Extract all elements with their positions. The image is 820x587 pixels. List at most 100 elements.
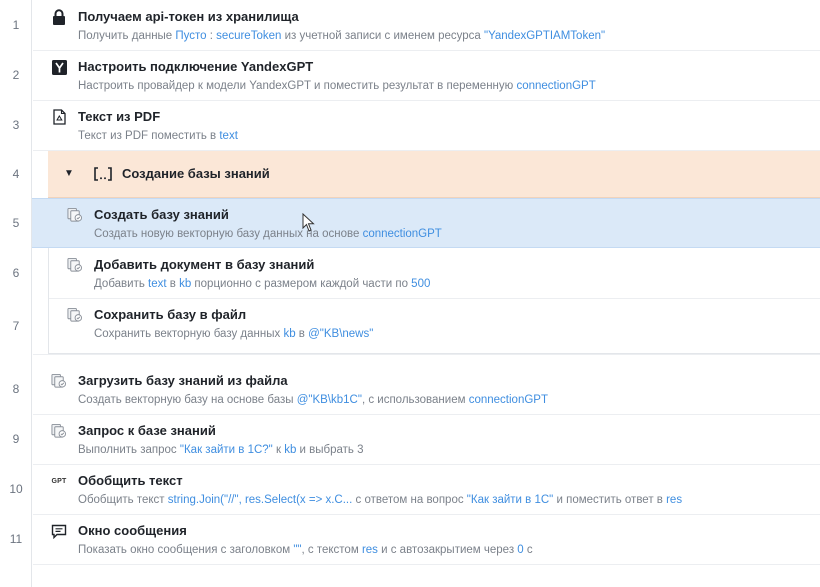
knowledge-base-icon bbox=[51, 373, 67, 389]
line-number: 1 bbox=[12, 18, 20, 32]
line-number: 11 bbox=[9, 532, 23, 546]
description-text: в bbox=[166, 278, 180, 290]
step-title: Получаем api-токен из хранилища bbox=[78, 9, 299, 24]
description-text: в bbox=[295, 328, 309, 340]
variable-token[interactable]: kb bbox=[283, 328, 295, 340]
description-text: Получить данные bbox=[78, 30, 176, 42]
description-text: с ответом на вопрос bbox=[352, 494, 467, 506]
variable-token[interactable]: 500 bbox=[411, 278, 430, 290]
variable-token[interactable]: res bbox=[362, 544, 378, 556]
workflow-step-row[interactable]: 9 Запрос к базе знаний Выполнить запрос "К… bbox=[0, 414, 820, 464]
workflow-step-row[interactable]: 5 Создать базу знаний Создать новую вектор… bbox=[0, 198, 820, 248]
variable-token[interactable]: kb bbox=[284, 444, 296, 456]
description-text: , с использованием bbox=[361, 394, 469, 406]
description-text: и с автозакрытием через bbox=[377, 544, 518, 556]
row-divider bbox=[33, 564, 820, 565]
description-text: Обобщить текст bbox=[78, 494, 168, 506]
workflow-step-row[interactable]: 1 Получаем api-токен из хранилища Получить… bbox=[0, 0, 820, 50]
description-text: Текст из PDF поместить в bbox=[78, 130, 220, 142]
line-number: 5 bbox=[12, 216, 20, 230]
step-title: Добавить документ в базу знаний bbox=[94, 257, 315, 272]
step-title: Обобщить текст bbox=[78, 473, 183, 488]
description-text: из учетной записи с именем ресурса bbox=[281, 30, 484, 42]
variable-token[interactable]: res bbox=[666, 494, 682, 506]
knowledge-base-icon bbox=[67, 257, 83, 273]
description-text: порционно с размером каждой части по bbox=[191, 278, 412, 290]
description-text: Показать окно сообщения с заголовком bbox=[78, 544, 294, 556]
step-description: Получить данные Пусто : secureToken из у… bbox=[78, 29, 605, 43]
line-number: 2 bbox=[12, 68, 20, 82]
workflow-step-row[interactable]: 4 ▼ Создание базы знаний bbox=[0, 150, 820, 198]
group-title: Создание базы знаний bbox=[122, 166, 270, 181]
variable-token[interactable]: connectionGPT bbox=[469, 394, 548, 406]
knowledge-base-icon bbox=[67, 307, 83, 323]
line-number: 6 bbox=[12, 266, 20, 280]
step-title: Запрос к базе знаний bbox=[78, 423, 216, 438]
line-number: 7 bbox=[12, 319, 20, 333]
description-text: Добавить bbox=[94, 278, 149, 290]
variable-token[interactable]: @"KB\kb1C" bbox=[297, 394, 362, 406]
variable-token[interactable]: Пусто bbox=[175, 30, 206, 42]
step-description: Добавить text в kb порционно с размером … bbox=[94, 277, 430, 291]
variable-token[interactable]: "Как зайти в 1С" bbox=[467, 494, 553, 506]
workflow-step-row[interactable]: 10 GPT Обобщить текст Обобщить текст string… bbox=[0, 464, 820, 514]
step-description: Обобщить текст string.Join("//", res.Sel… bbox=[78, 493, 682, 507]
workflow-step-row[interactable]: 3 Текст из PDF Текст из PDF поместить в te… bbox=[0, 100, 820, 150]
variable-token[interactable]: res.Select(x => x.C... bbox=[245, 494, 352, 506]
variable-token[interactable]: @"KB\news" bbox=[308, 328, 373, 340]
description-text: к bbox=[272, 444, 285, 456]
step-description: Создать векторную базу на основе базы @"… bbox=[78, 393, 548, 407]
line-number: 8 bbox=[12, 382, 20, 396]
description-text: Настроить провайдер к модели YandexGPT и… bbox=[78, 80, 517, 92]
workflow-step-row[interactable]: 8 Загрузить базу знаний из файла Создать в… bbox=[0, 364, 820, 414]
knowledge-base-icon bbox=[51, 423, 67, 439]
description-text: и поместить ответ в bbox=[553, 494, 667, 506]
collapse-toggle-icon[interactable]: ▼ bbox=[64, 166, 74, 182]
yandex-icon bbox=[51, 59, 67, 75]
description-text: Сохранить векторную базу данных bbox=[94, 328, 284, 340]
pdf-file-icon bbox=[51, 109, 67, 125]
step-description: Сохранить векторную базу данных kb в @"K… bbox=[94, 327, 373, 341]
variable-token[interactable]: "YandexGPTIAMToken" bbox=[484, 30, 605, 42]
step-description: Настроить провайдер к модели YandexGPT и… bbox=[78, 79, 596, 93]
step-title: Настроить подключение YandexGPT bbox=[78, 59, 314, 74]
row-divider bbox=[33, 354, 820, 355]
step-description: Показать окно сообщения с заголовком "",… bbox=[78, 543, 533, 557]
variable-token[interactable]: "" bbox=[293, 544, 301, 556]
workflow-step-row[interactable]: 7 Сохранить базу в файл Сохранить векторну… bbox=[0, 298, 820, 354]
workflow-step-row[interactable]: 6 Добавить документ в базу знаний Добавить… bbox=[0, 248, 820, 298]
step-description: Создать новую векторную базу данных на о… bbox=[94, 227, 442, 241]
gpt-icon: GPT bbox=[51, 477, 67, 485]
step-title: Создать базу знаний bbox=[94, 207, 229, 222]
step-title: Окно сообщения bbox=[78, 523, 187, 538]
step-title: Загрузить базу знаний из файла bbox=[78, 373, 288, 388]
workflow-step-row[interactable]: 11 Окно сообщения Показать окно сообщения … bbox=[0, 514, 820, 564]
variable-token[interactable]: secureToken bbox=[216, 30, 281, 42]
step-title: Текст из PDF bbox=[78, 109, 161, 124]
variable-token[interactable]: connectionGPT bbox=[516, 80, 595, 92]
workflow-step-row[interactable]: 2 Настроить подключение YandexGPT Настроит… bbox=[0, 50, 820, 100]
description-text: Создать новую векторную базу данных на о… bbox=[94, 228, 363, 240]
knowledge-base-icon bbox=[67, 207, 83, 223]
variable-token[interactable]: text bbox=[219, 130, 238, 142]
description-text: Создать векторную базу на основе базы bbox=[78, 394, 297, 406]
line-number: 3 bbox=[12, 118, 20, 132]
description-text: Выполнить запрос bbox=[78, 444, 180, 456]
line-number: 4 bbox=[12, 167, 20, 181]
brackets-icon bbox=[93, 166, 113, 182]
variable-token[interactable]: string.Join("//", bbox=[168, 494, 245, 506]
step-title: Сохранить базу в файл bbox=[94, 307, 247, 322]
message-box-icon bbox=[51, 523, 67, 539]
line-number: 10 bbox=[9, 482, 23, 496]
description-text: и выбрать 3 bbox=[296, 444, 364, 456]
step-description: Выполнить запрос "Как зайти в 1С?" к kb … bbox=[78, 443, 364, 457]
variable-token[interactable]: text bbox=[148, 278, 167, 290]
variable-token[interactable]: connectionGPT bbox=[363, 228, 442, 240]
variable-token[interactable]: "Как зайти в 1С?" bbox=[180, 444, 273, 456]
variable-token[interactable]: kb bbox=[179, 278, 191, 290]
description-text: , с текстом bbox=[301, 544, 362, 556]
line-number: 9 bbox=[12, 432, 20, 446]
step-description: Текст из PDF поместить в text bbox=[78, 129, 238, 143]
lock-icon bbox=[51, 9, 67, 25]
description-text: с bbox=[523, 544, 533, 556]
